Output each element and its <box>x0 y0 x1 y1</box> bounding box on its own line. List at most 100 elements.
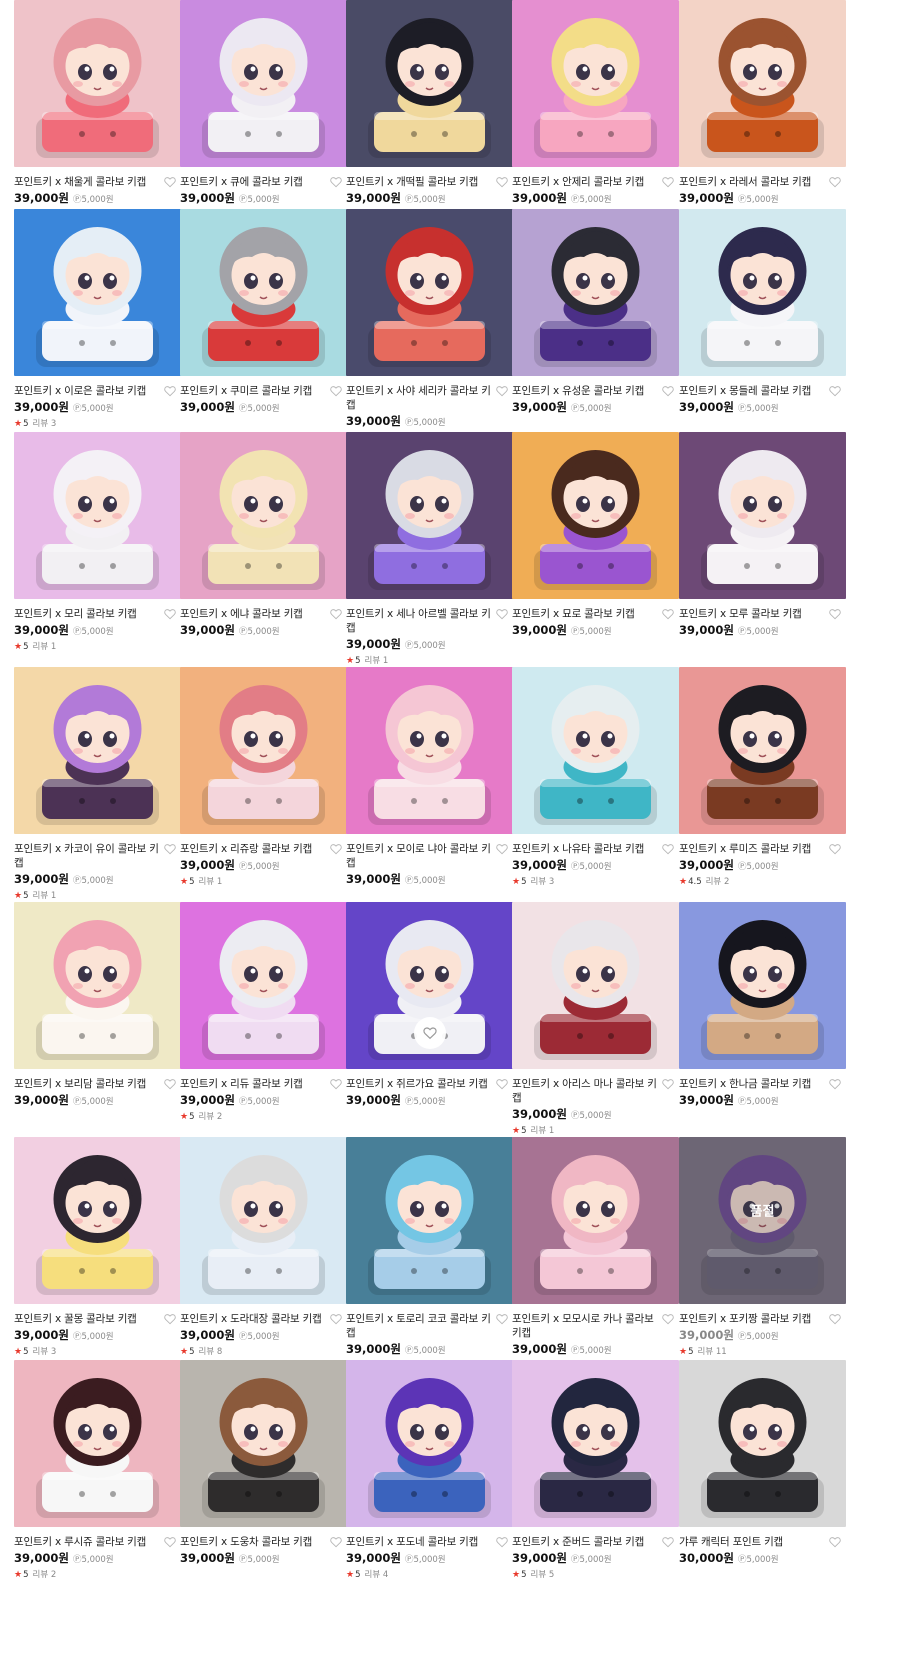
product-card[interactable]: 포인트키 x 모루 콜라보 키캡 39,000원 Ⓟ5,000원 <box>679 432 846 639</box>
wishlist-heart-icon[interactable] <box>329 1312 343 1326</box>
review-count[interactable]: 리뷰 11 <box>698 1347 727 1357</box>
wishlist-heart-icon[interactable] <box>661 175 675 189</box>
wishlist-heart-icon[interactable] <box>329 842 343 856</box>
wishlist-heart-icon[interactable] <box>661 842 675 856</box>
product-image[interactable] <box>512 1360 679 1527</box>
wishlist-heart-icon[interactable] <box>329 1535 343 1549</box>
wishlist-heart-icon[interactable] <box>661 384 675 398</box>
product-card[interactable]: 포인트키 x 사야 세리카 콜라보 키캡 39,000원 Ⓟ5,000원 <box>346 209 513 430</box>
wishlist-heart-icon[interactable] <box>495 607 509 621</box>
product-card[interactable]: 갸루 캐릭터 포인트 키캡 30,000원 Ⓟ5,000원 <box>679 1360 846 1567</box>
product-image[interactable] <box>14 902 181 1069</box>
wishlist-heart-icon[interactable] <box>163 1312 177 1326</box>
product-image[interactable] <box>512 209 679 376</box>
image-wishlist-button[interactable] <box>413 1017 446 1050</box>
review-count[interactable]: 리뷰 2 <box>706 877 730 887</box>
product-name[interactable]: 포인트키 x 보리담 콜라보 키캡 <box>14 1077 161 1091</box>
product-name[interactable]: 포인트키 x 사야 세리카 콜라보 키캡 <box>346 384 493 412</box>
product-card[interactable]: 포인트키 x 유성운 콜라보 키캡 39,000원 Ⓟ5,000원 <box>512 209 679 416</box>
product-card[interactable]: 포인트키 x 한나금 콜라보 키캡 39,000원 Ⓟ5,000원 <box>679 902 846 1109</box>
product-card[interactable]: 포인트키 x 토로리 코코 콜라보 키캡 39,000원 Ⓟ5,000원 <box>346 1137 513 1358</box>
product-image[interactable] <box>346 1360 513 1527</box>
product-name[interactable]: 포인트키 x 리듀 콜라보 키캡 <box>180 1077 327 1091</box>
product-card[interactable]: 포인트키 x 몽들레 콜라보 키캡 39,000원 Ⓟ5,000원 <box>679 209 846 416</box>
product-card[interactable]: 포인트키 x 묘로 콜라보 키캡 39,000원 Ⓟ5,000원 <box>512 432 679 639</box>
product-card[interactable]: 포인트키 x 채울게 콜라보 키캡 39,000원 Ⓟ5,000원 <box>14 0 181 207</box>
review-count[interactable]: 리뷰 4 <box>365 1570 389 1580</box>
product-image[interactable] <box>180 209 347 376</box>
product-name[interactable]: 포인트키 x 도웅차 콜라보 키캡 <box>180 1535 327 1549</box>
product-image[interactable] <box>346 1137 513 1304</box>
product-image[interactable] <box>512 902 679 1069</box>
product-image[interactable] <box>14 0 181 167</box>
product-card[interactable]: 포인트키 x 포도네 콜라보 키캡 39,000원 Ⓟ5,000원 ★5 리뷰 4 <box>346 1360 513 1581</box>
product-image[interactable] <box>14 209 181 376</box>
product-image[interactable] <box>180 902 347 1069</box>
wishlist-heart-icon[interactable] <box>828 1535 842 1549</box>
wishlist-heart-icon[interactable] <box>495 842 509 856</box>
product-image[interactable] <box>512 1137 679 1304</box>
product-name[interactable]: 포인트키 x 에냐 콜라보 키캡 <box>180 607 327 621</box>
wishlist-heart-icon[interactable] <box>495 175 509 189</box>
wishlist-heart-icon[interactable] <box>828 384 842 398</box>
product-card[interactable]: 포인트키 x 개떡필 콜라보 키캡 39,000원 Ⓟ5,000원 <box>346 0 513 207</box>
product-image[interactable] <box>346 667 513 834</box>
review-count[interactable]: 리뷰 1 <box>33 891 57 901</box>
wishlist-heart-icon[interactable] <box>163 842 177 856</box>
product-card[interactable]: 포인트키 x 쿠미르 콜라보 키캡 39,000원 Ⓟ5,000원 <box>180 209 347 416</box>
product-image[interactable] <box>180 667 347 834</box>
product-card[interactable]: 포인트키 x 세나 아르벨 콜라보 키캡 39,000원 Ⓟ5,000원 ★5 리뷰… <box>346 432 513 667</box>
product-card[interactable]: 포인트키 x 모이로 냐아 콜라보 키캡 39,000원 Ⓟ5,000원 <box>346 667 513 888</box>
product-name[interactable]: 포인트키 x 쥐르가요 콜라보 키캡 <box>346 1077 493 1091</box>
product-name[interactable]: 포인트키 x 이로은 콜라보 키캡 <box>14 384 161 398</box>
product-image[interactable] <box>679 1360 846 1527</box>
wishlist-heart-icon[interactable] <box>661 1535 675 1549</box>
product-name[interactable]: 포인트키 x 묘로 콜라보 키캡 <box>512 607 659 621</box>
product-name[interactable]: 포인트키 x 모이로 냐아 콜라보 키캡 <box>346 842 493 870</box>
review-count[interactable]: 리뷰 3 <box>33 419 57 429</box>
product-image[interactable] <box>180 1360 347 1527</box>
wishlist-heart-icon[interactable] <box>495 1312 509 1326</box>
product-image[interactable] <box>346 0 513 167</box>
product-card[interactable]: 포인트키 x 아리스 마나 콜라보 키캡 39,000원 Ⓟ5,000원 ★5 리뷰… <box>512 902 679 1137</box>
product-name[interactable]: 포인트키 x 개떡필 콜라보 키캡 <box>346 175 493 189</box>
review-count[interactable]: 리뷰 1 <box>531 1126 555 1136</box>
product-card[interactable]: 포인트키 x 나유타 콜라보 키캡 39,000원 Ⓟ5,000원 ★5 리뷰 3 <box>512 667 679 888</box>
product-card[interactable]: 포인트키 x 보리담 콜라보 키캡 39,000원 Ⓟ5,000원 <box>14 902 181 1109</box>
product-name[interactable]: 포인트키 x 포키짱 콜라보 키캡 <box>679 1312 826 1326</box>
review-count[interactable]: 리뷰 1 <box>365 656 389 666</box>
product-image[interactable] <box>679 0 846 167</box>
wishlist-heart-icon[interactable] <box>495 1077 509 1091</box>
product-card[interactable]: 포인트키 x 루미즈 콜라보 키캡 39,000원 Ⓟ5,000원 ★4.5 리뷰 … <box>679 667 846 888</box>
product-name[interactable]: 포인트키 x 포도네 콜라보 키캡 <box>346 1535 493 1549</box>
product-name[interactable]: 포인트키 x 나유타 콜라보 키캡 <box>512 842 659 856</box>
wishlist-heart-icon[interactable] <box>163 384 177 398</box>
product-card[interactable]: 포인트키 x 라레서 콜라보 키캡 39,000원 Ⓟ5,000원 <box>679 0 846 207</box>
product-card[interactable]: 포인트키 x 카코이 유이 콜라보 키캡 39,000원 Ⓟ5,000원 ★5 리뷰… <box>14 667 181 902</box>
product-image[interactable] <box>679 667 846 834</box>
product-image[interactable] <box>512 667 679 834</box>
product-card[interactable]: 포인트키 x 에냐 콜라보 키캡 39,000원 Ⓟ5,000원 <box>180 432 347 639</box>
product-name[interactable]: 포인트키 x 루미즈 콜라보 키캡 <box>679 842 826 856</box>
product-card[interactable]: 포인트키 x 리쥬랑 콜라보 키캡 39,000원 Ⓟ5,000원 ★5 리뷰 1 <box>180 667 347 888</box>
product-image[interactable] <box>14 1360 181 1527</box>
product-image[interactable] <box>512 0 679 167</box>
review-count[interactable]: 리뷰 3 <box>531 877 555 887</box>
product-card[interactable]: 포인트키 x 꿀몽 콜라보 키캡 39,000원 Ⓟ5,000원 ★5 리뷰 3 <box>14 1137 181 1358</box>
product-card[interactable]: 포인트키 x 모리 콜라보 키캡 39,000원 Ⓟ5,000원 ★5 리뷰 1 <box>14 432 181 653</box>
wishlist-heart-icon[interactable] <box>329 1077 343 1091</box>
product-card[interactable]: 포인트키 x 준버드 콜라보 키캡 39,000원 Ⓟ5,000원 ★5 리뷰 5 <box>512 1360 679 1581</box>
product-name[interactable]: 포인트키 x 몽들레 콜라보 키캡 <box>679 384 826 398</box>
product-name[interactable]: 포인트키 x 리쥬랑 콜라보 키캡 <box>180 842 327 856</box>
product-image[interactable] <box>346 902 513 1069</box>
review-count[interactable]: 리뷰 5 <box>531 1570 555 1580</box>
product-image[interactable] <box>14 432 181 599</box>
product-name[interactable]: 포인트키 x 토로리 코코 콜라보 키캡 <box>346 1312 493 1340</box>
review-count[interactable]: 리뷰 2 <box>33 1570 57 1580</box>
product-name[interactable]: 포인트키 x 쿠미르 콜라보 키캡 <box>180 384 327 398</box>
wishlist-heart-icon[interactable] <box>661 607 675 621</box>
product-card[interactable]: 포인트키 x 이로은 콜라보 키캡 39,000원 Ⓟ5,000원 ★5 리뷰 3 <box>14 209 181 430</box>
review-count[interactable]: 리뷰 1 <box>199 877 223 887</box>
product-name[interactable]: 갸루 캐릭터 포인트 키캡 <box>679 1535 826 1549</box>
product-image[interactable] <box>14 667 181 834</box>
